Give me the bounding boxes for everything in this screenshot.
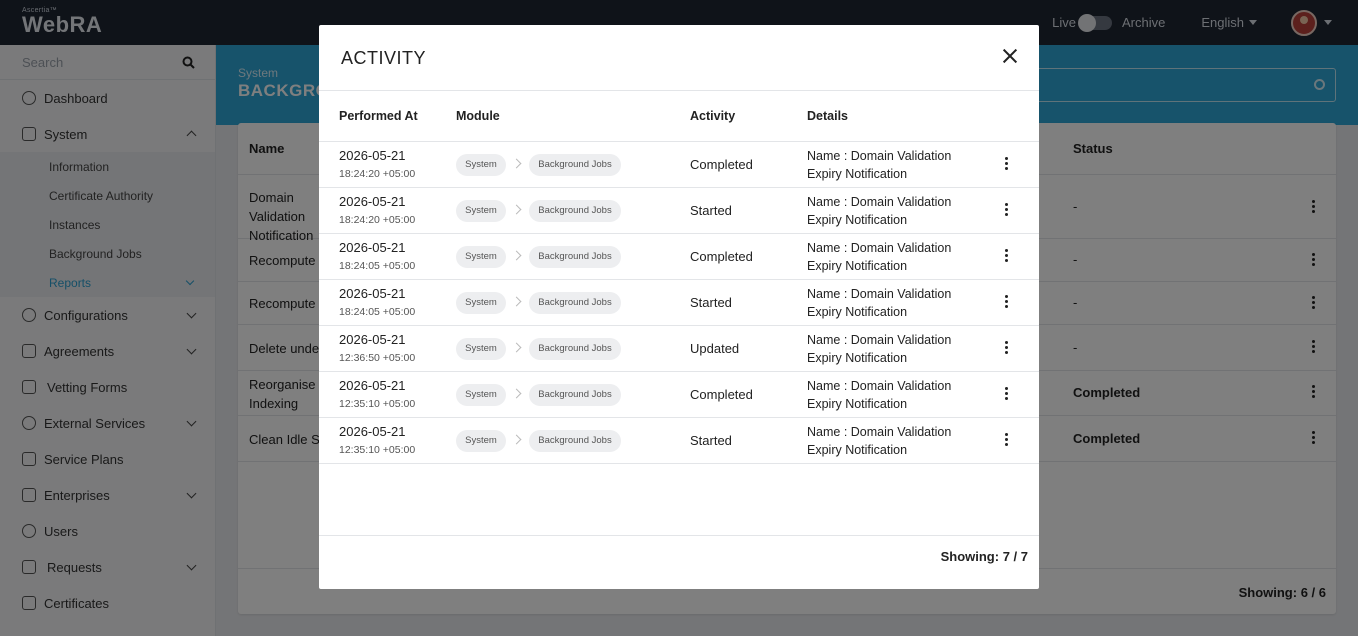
table-row[interactable]: 2026-05-21 18:24:20 +05:00 System Backgroun… — [319, 142, 1039, 188]
activity-value: Updated — [690, 341, 740, 356]
more-vert-icon[interactable] — [1005, 433, 1008, 448]
details-value: Name : Domain Validation Expiry Notifica… — [807, 379, 952, 411]
details-value: Name : Domain Validation Expiry Notifica… — [807, 195, 952, 227]
close-icon[interactable] — [1001, 47, 1019, 65]
module-chip: System — [456, 384, 506, 406]
performed-time: 18:24:05 +05:00 — [339, 306, 416, 318]
more-vert-icon[interactable] — [1005, 203, 1008, 218]
more-vert-icon[interactable] — [1005, 157, 1008, 172]
chevron-right-icon — [511, 342, 522, 353]
details-value: Name : Domain Validation Expiry Notifica… — [807, 333, 952, 365]
performed-date: 2026-05-21 — [339, 378, 406, 393]
divider — [319, 535, 1039, 536]
more-vert-icon[interactable] — [1005, 295, 1008, 310]
chevron-right-icon — [511, 250, 522, 261]
more-vert-icon[interactable] — [1005, 341, 1008, 356]
chevron-right-icon — [511, 158, 522, 169]
more-vert-icon[interactable] — [1005, 249, 1008, 264]
performed-date: 2026-05-21 — [339, 286, 406, 301]
column-performed-at[interactable]: Performed At — [339, 109, 418, 123]
activity-table-header: Performed At Module Activity Details — [319, 91, 1039, 142]
chevron-right-icon — [511, 296, 522, 307]
submodule-chip: Background Jobs — [529, 292, 621, 314]
activity-count: Showing: 7 / 7 — [940, 549, 1028, 564]
activity-value: Completed — [690, 157, 753, 172]
performed-time: 12:35:10 +05:00 — [339, 444, 416, 456]
performed-time: 18:24:20 +05:00 — [339, 214, 416, 226]
module-chip: System — [456, 338, 506, 360]
activity-value: Completed — [690, 249, 753, 264]
details-value: Name : Domain Validation Expiry Notifica… — [807, 149, 952, 181]
module-chip: System — [456, 154, 506, 176]
submodule-chip: Background Jobs — [529, 200, 621, 222]
table-row[interactable]: 2026-05-21 18:24:05 +05:00 System Backgroun… — [319, 280, 1039, 326]
modal-title: ACTIVITY — [341, 48, 427, 68]
performed-date: 2026-05-21 — [339, 332, 406, 347]
performed-date: 2026-05-21 — [339, 148, 406, 163]
more-vert-icon[interactable] — [1005, 387, 1008, 402]
performed-date: 2026-05-21 — [339, 194, 406, 209]
submodule-chip: Background Jobs — [529, 246, 621, 268]
submodule-chip: Background Jobs — [529, 338, 621, 360]
module-chip: System — [456, 200, 506, 222]
chevron-right-icon — [511, 388, 522, 399]
table-row[interactable]: 2026-05-21 18:24:05 +05:00 System Backgroun… — [319, 234, 1039, 280]
submodule-chip: Background Jobs — [529, 430, 621, 452]
activity-value: Started — [690, 433, 732, 448]
details-value: Name : Domain Validation Expiry Notifica… — [807, 425, 952, 457]
table-row[interactable]: 2026-05-21 12:35:10 +05:00 System Backgroun… — [319, 372, 1039, 418]
details-value: Name : Domain Validation Expiry Notifica… — [807, 287, 952, 319]
details-value: Name : Domain Validation Expiry Notifica… — [807, 241, 952, 273]
module-chip: System — [456, 292, 506, 314]
module-chip: System — [456, 246, 506, 268]
table-row[interactable]: 2026-05-21 12:35:10 +05:00 System Backgroun… — [319, 418, 1039, 464]
performed-time: 18:24:20 +05:00 — [339, 168, 416, 180]
performed-date: 2026-05-21 — [339, 240, 406, 255]
performed-time: 12:35:10 +05:00 — [339, 398, 416, 410]
chevron-right-icon — [511, 204, 522, 215]
column-details[interactable]: Details — [807, 109, 848, 123]
activity-value: Started — [690, 203, 732, 218]
table-row[interactable]: 2026-05-21 18:24:20 +05:00 System Backgroun… — [319, 188, 1039, 234]
module-chip: System — [456, 430, 506, 452]
chevron-right-icon — [511, 434, 522, 445]
column-module[interactable]: Module — [456, 109, 500, 123]
performed-date: 2026-05-21 — [339, 424, 406, 439]
performed-time: 12:36:50 +05:00 — [339, 352, 416, 364]
activity-table-body: 2026-05-21 18:24:20 +05:00 System Backgroun… — [319, 142, 1039, 464]
performed-time: 18:24:05 +05:00 — [339, 260, 416, 272]
table-row[interactable]: 2026-05-21 12:36:50 +05:00 System Backgroun… — [319, 326, 1039, 372]
activity-value: Started — [690, 295, 732, 310]
submodule-chip: Background Jobs — [529, 154, 621, 176]
submodule-chip: Background Jobs — [529, 384, 621, 406]
column-activity[interactable]: Activity — [690, 109, 735, 123]
activity-value: Completed — [690, 387, 753, 402]
activity-modal: ACTIVITY Performed At Module Activity De… — [319, 25, 1039, 589]
